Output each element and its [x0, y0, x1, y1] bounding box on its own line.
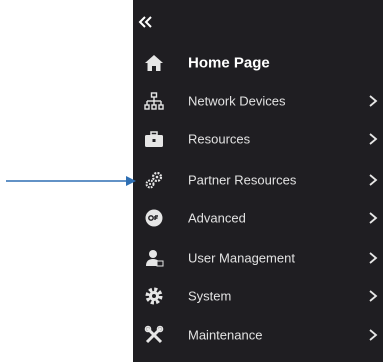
tools-icon — [144, 325, 164, 345]
chevron-right-icon — [368, 252, 378, 264]
chevron-right-icon — [368, 212, 378, 224]
sidebar-item-label: Maintenance — [188, 327, 263, 343]
double-chevron-left-icon[interactable] — [137, 14, 153, 30]
briefcase-icon — [144, 129, 164, 149]
sidebar-item-label: Advanced — [188, 210, 246, 226]
user-icon — [144, 248, 164, 268]
sidebar-item-label: System — [188, 288, 232, 304]
sidebar-item-network-devices[interactable]: Network Devices — [133, 82, 383, 120]
chevron-right-icon — [368, 133, 378, 145]
chevron-right-icon — [368, 329, 378, 341]
sidebar-item-label: Partner Resources — [188, 172, 297, 188]
chevron-right-icon — [368, 174, 378, 186]
sidebar-item-advanced[interactable]: Advanced — [133, 199, 383, 237]
sidebar-item-maintenance[interactable]: Maintenance — [133, 316, 383, 354]
sidebar-item-label: Home Page — [188, 54, 270, 72]
chevron-right-icon — [368, 95, 378, 107]
sidebar-item-home-page[interactable]: Home Page — [133, 44, 383, 82]
advanced-icon — [144, 208, 164, 228]
sidebar-item-resources[interactable]: Resources — [133, 120, 383, 158]
sidebar-item-label: Resources — [188, 131, 251, 147]
sidebar-item-label: Network Devices — [188, 93, 286, 109]
sidebar-item-partner-resources[interactable]: Partner Resources — [133, 161, 383, 199]
sidebar-nav: Home Page Network Devices Resources Part… — [133, 0, 383, 362]
gears-icon — [144, 170, 164, 190]
network-icon — [144, 91, 164, 111]
sidebar-item-user-management[interactable]: User Management — [133, 239, 383, 277]
gear-icon — [144, 286, 164, 306]
sidebar-item-label: User Management — [188, 250, 295, 266]
sidebar-item-system[interactable]: System — [133, 277, 383, 315]
screenshot-stage: Home Page Network Devices Resources Part… — [0, 0, 383, 362]
home-icon — [144, 53, 164, 73]
chevron-right-icon — [368, 290, 378, 302]
